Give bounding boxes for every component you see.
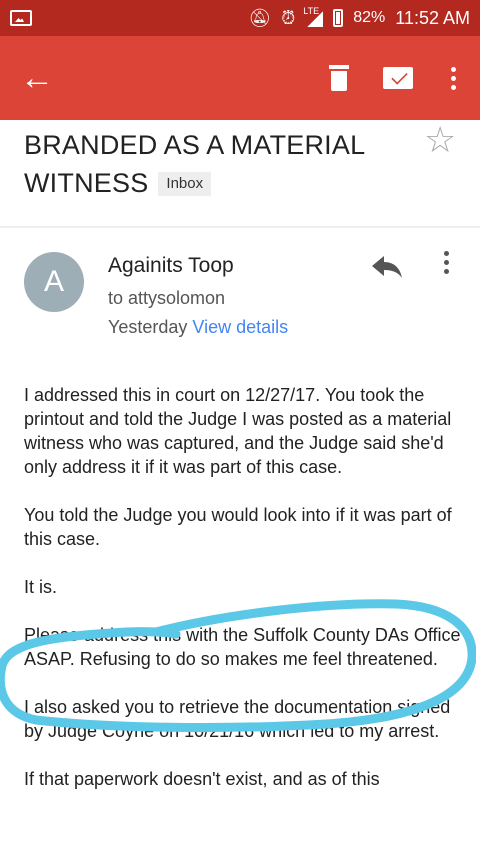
more-options-icon[interactable] — [444, 251, 449, 274]
reply-icon[interactable] — [370, 252, 404, 280]
gallery-notification-icon — [10, 10, 32, 26]
body-paragraph: I addressed this in court on 12/27/17. Y… — [24, 385, 452, 477]
date-text: Yesterday — [108, 317, 188, 337]
trash-icon[interactable] — [329, 65, 349, 91]
back-arrow-icon[interactable]: ← — [20, 61, 54, 95]
sender-name[interactable]: Againits Toop — [108, 254, 234, 278]
battery-icon — [333, 9, 344, 27]
status-icons: 🔕︎ ⏰︎ LTE 82% 11:52 AM — [248, 6, 470, 29]
overflow-menu-icon[interactable] — [447, 66, 460, 90]
recipient-line: to attysolomon — [108, 288, 226, 308]
signal-icon: LTE — [303, 6, 323, 27]
body-paragraph: I also asked you to retrieve the documen… — [24, 697, 451, 741]
email-subject: BRANDED AS A MATERIAL WITNESS Inbox — [24, 126, 424, 202]
date-line: Yesterday View details — [108, 317, 288, 338]
clock: 11:52 AM — [395, 7, 470, 28]
battery-percent: 82% — [353, 9, 386, 26]
network-label: LTE — [303, 6, 320, 16]
alarm-icon: ⏰︎ — [281, 8, 296, 28]
email-body: I addressed this in court on 12/27/17. Y… — [24, 383, 464, 815]
body-paragraph: Please address this with the Suffolk Cou… — [24, 625, 461, 669]
body-paragraph: You told the Judge you would look into i… — [24, 505, 452, 549]
mail-icon[interactable] — [383, 67, 413, 89]
body-paragraph: It is. — [24, 577, 58, 597]
inbox-label[interactable]: Inbox — [158, 172, 212, 196]
app-bar: ← — [0, 36, 480, 120]
divider — [0, 226, 480, 228]
view-details-link[interactable]: View details — [192, 317, 288, 337]
star-icon[interactable]: ☆ — [424, 122, 456, 158]
avatar[interactable]: A — [24, 252, 84, 312]
body-paragraph: If that paperwork doesn't exist, and as … — [24, 769, 380, 789]
status-bar: 🔕︎ ⏰︎ LTE 82% 11:52 AM — [0, 0, 480, 36]
mute-icon: 🔕︎ — [248, 8, 272, 28]
